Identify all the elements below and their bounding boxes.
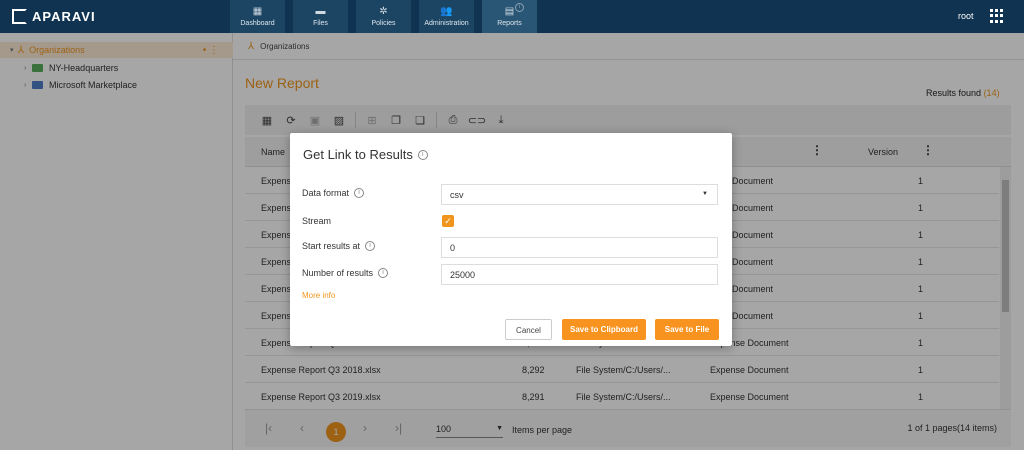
start-results-label: Start results at i	[302, 241, 376, 251]
main-nav: ▦ Dashboard ▬ Files ✲ Policies 👥 Adminis…	[230, 0, 545, 33]
nav-policies-label: Policies	[371, 19, 396, 27]
cancel-button[interactable]: Cancel	[505, 319, 552, 340]
stream-checkbox[interactable]: ✓	[442, 215, 454, 227]
get-link-dialog: Get Link to Results i Data format i csv …	[290, 133, 732, 346]
users-icon: 👥	[440, 5, 453, 17]
nav-policies[interactable]: ✲ Policies	[356, 0, 411, 33]
clipboard-icon: ▤	[504, 5, 515, 17]
number-of-results-input[interactable]: 25000	[441, 264, 718, 285]
info-icon[interactable]: i	[417, 149, 428, 160]
start-results-input[interactable]: 0	[441, 237, 718, 258]
apps-grid-icon[interactable]	[990, 9, 1004, 23]
user-name[interactable]: root	[958, 11, 974, 21]
data-format-label: Data format i	[302, 188, 365, 198]
top-bar: APARAVI ▦ Dashboard ▬ Files ✲ Policies 👥…	[0, 0, 1024, 33]
number-of-results-label-text: Number of results	[302, 268, 374, 278]
save-to-clipboard-button[interactable]: Save to Clipboard	[562, 319, 646, 340]
nav-files-label: Files	[313, 19, 328, 27]
dashboard-icon: ▦	[252, 5, 263, 17]
info-icon[interactable]: i	[354, 188, 365, 198]
data-format-value: csv	[450, 190, 464, 200]
start-results-value: 0	[450, 243, 456, 253]
logo-mark-icon	[12, 9, 27, 24]
data-format-label-text: Data format	[302, 188, 350, 198]
aparavi-logo[interactable]: APARAVI	[12, 9, 96, 24]
stream-label: Stream	[302, 216, 331, 226]
nav-dashboard-label: Dashboard	[240, 19, 275, 27]
nav-administration[interactable]: 👥 Administration	[419, 0, 474, 33]
nav-reports-label: Reports	[497, 19, 522, 27]
number-of-results-value: 25000	[450, 270, 476, 280]
data-format-select[interactable]: csv ▼	[441, 184, 718, 205]
dialog-title: Get Link to Results i	[303, 147, 428, 162]
logo-text: APARAVI	[32, 9, 96, 24]
more-info-link[interactable]: More info	[302, 291, 335, 300]
nav-reports[interactable]: ▤ Reports	[482, 0, 537, 33]
gear-icon: ✲	[379, 5, 388, 17]
nav-info-icon[interactable]: i	[515, 3, 524, 12]
nav-dashboard[interactable]: ▦ Dashboard	[230, 0, 285, 33]
nav-administration-label: Administration	[424, 19, 469, 27]
dialog-title-text: Get Link to Results	[303, 147, 413, 162]
info-icon[interactable]: i	[378, 268, 389, 278]
start-results-label-text: Start results at	[302, 241, 361, 251]
folder-icon: ▬	[315, 5, 326, 17]
chevron-down-icon: ▼	[702, 191, 708, 197]
info-icon[interactable]: i	[365, 241, 376, 251]
stream-label-text: Stream	[302, 216, 332, 226]
number-of-results-label: Number of results i	[302, 268, 389, 278]
save-to-file-button[interactable]: Save to File	[655, 319, 719, 340]
nav-files[interactable]: ▬ Files	[293, 0, 348, 33]
